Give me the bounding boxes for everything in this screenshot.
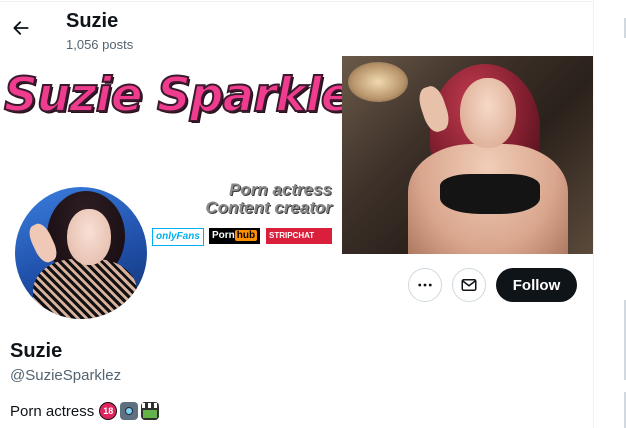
banner-photo (342, 56, 593, 254)
banner-photo-face (460, 78, 516, 148)
follow-button[interactable]: Follow (496, 268, 577, 302)
ellipsis-icon (418, 283, 432, 287)
avatar-image (15, 187, 147, 319)
avatar[interactable] (12, 184, 150, 322)
avatar-body (33, 259, 137, 319)
banner-platform-logos: onlyFans Porn hub STRIPCHAT (152, 228, 334, 246)
bio-text: Porn actress (10, 402, 95, 420)
profile-display-name: Suzie (10, 340, 63, 362)
avatar-face (67, 209, 111, 265)
envelope-icon (461, 279, 477, 291)
arrow-left-icon (13, 21, 29, 35)
profile-bio: Porn actress 18 (10, 402, 160, 420)
no-under-18-emoji: 18 (99, 402, 118, 420)
onlyfans-logo: onlyFans (152, 228, 204, 246)
under-18-label: 18 (103, 406, 114, 416)
pornhub-logo: Porn hub (209, 228, 261, 244)
header-posts-count: 1,056 posts (66, 37, 134, 52)
message-button[interactable] (452, 268, 486, 302)
banner-tagline-2: Content creator (205, 198, 332, 217)
profile-header: Suzie 1,056 posts (0, 2, 593, 56)
clapper-board-emoji (141, 402, 160, 420)
more-options-button[interactable] (408, 268, 442, 302)
pornhub-logo-word1: Porn (212, 230, 235, 241)
banner-tagline-1: Porn actress (229, 180, 332, 199)
right-sidebar-edge (594, 0, 626, 428)
banner-photo-lamp (348, 62, 408, 102)
back-button[interactable] (5, 12, 37, 44)
profile-handle: @SuzieSparklez (10, 367, 122, 384)
profile-column: Suzie 1,056 posts Suzie Sparklez Porn ac… (0, 0, 594, 428)
stripchat-logo: STRIPCHAT (266, 228, 332, 244)
banner-photo-top (440, 174, 540, 214)
header-name: Suzie (66, 10, 119, 32)
banner-title: Suzie Sparklez (3, 67, 380, 124)
pornhub-logo-word2: hub (234, 230, 258, 241)
camera-flash-emoji (120, 402, 139, 420)
